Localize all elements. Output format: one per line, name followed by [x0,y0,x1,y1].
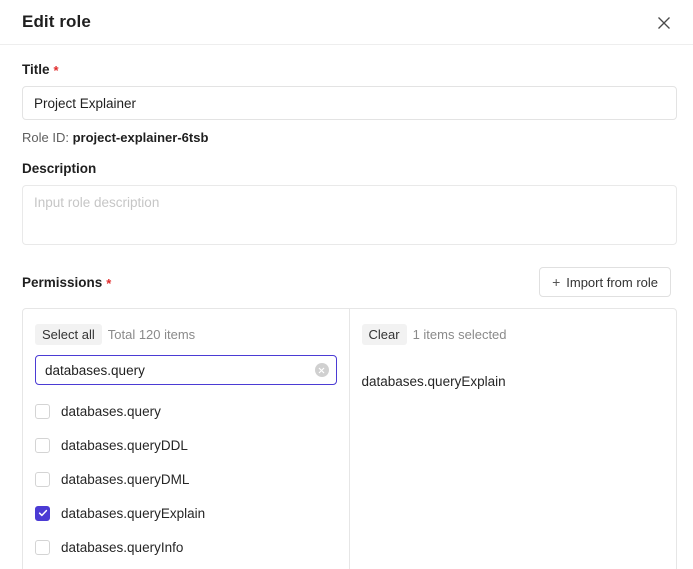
clear-button[interactable]: Clear [361,323,407,345]
permissions-header-row: Permissions * + Import from role [22,267,671,297]
select-all-button[interactable]: Select all [35,323,102,345]
import-from-role-button[interactable]: + Import from role [539,267,671,297]
permission-checkbox[interactable] [35,505,50,521]
permission-option-label: databases.queryDDL [61,437,188,453]
permission-option-label: databases.queryExplain [61,505,206,521]
dialog-header: Edit role [0,0,693,45]
transfer-target-panel: Clear 1 items selected databases.queryEx… [350,309,677,569]
clear-circle-icon[interactable] [314,363,329,377]
permission-checkbox[interactable] [35,539,50,555]
permission-checkbox[interactable] [35,403,50,419]
permission-option-label: databases.query [61,403,161,419]
permission-option-label: databases.queryInfo [61,539,184,555]
permission-option-list: databases.query databases.queryDDL databas… [23,385,349,564]
permission-option-row[interactable]: databases.queryExplain [23,496,349,530]
title-input[interactable] [22,86,677,120]
permission-option-row[interactable]: databases.queryInfo [23,530,349,564]
permissions-required-marker: * [106,275,112,291]
permission-option-row[interactable]: databases.query [23,394,349,428]
description-textarea[interactable] [22,185,677,245]
title-label-text: Title [22,62,50,77]
page-title: Edit role [22,12,91,31]
selected-count-text: 1 items selected [412,326,507,342]
description-label-text: Description [22,161,97,176]
selected-permission-row[interactable]: databases.queryExplain [350,364,677,398]
permission-option-row[interactable]: databases.queryDDL [23,428,349,462]
plus-icon: + [552,274,561,290]
transfer-source-panel: Select all Total 120 items databases.que… [23,309,350,569]
permissions-label: Permissions * [22,275,111,290]
role-id-value: project-explainer-6tsb [72,130,209,145]
selected-permission-list: databases.queryExplain [350,347,677,398]
permission-checkbox[interactable] [35,437,50,453]
import-from-role-label: Import from role [566,274,658,290]
permission-checkbox[interactable] [35,471,50,487]
source-panel-header: Select all Total 120 items [23,309,349,347]
permissions-label-text: Permissions [22,274,103,290]
role-id-prefix: Role ID: [22,130,69,145]
total-items-text: Total 120 items [107,326,196,342]
permission-option-row[interactable]: databases.queryDML [23,462,349,496]
search-input[interactable] [35,355,337,385]
title-label: Title * [22,62,671,77]
dialog-body: Title * Role ID: project-explainer-6tsb … [0,62,693,569]
search-wrapper [23,347,349,385]
title-required-marker: * [53,63,59,78]
permissions-transfer: Select all Total 120 items databases.que… [22,308,677,569]
permission-option-label: databases.queryDML [61,471,190,487]
description-label: Description [22,161,671,176]
role-id: Role ID: project-explainer-6tsb [22,130,671,145]
close-icon[interactable] [649,8,679,38]
target-panel-header: Clear 1 items selected [350,309,677,347]
